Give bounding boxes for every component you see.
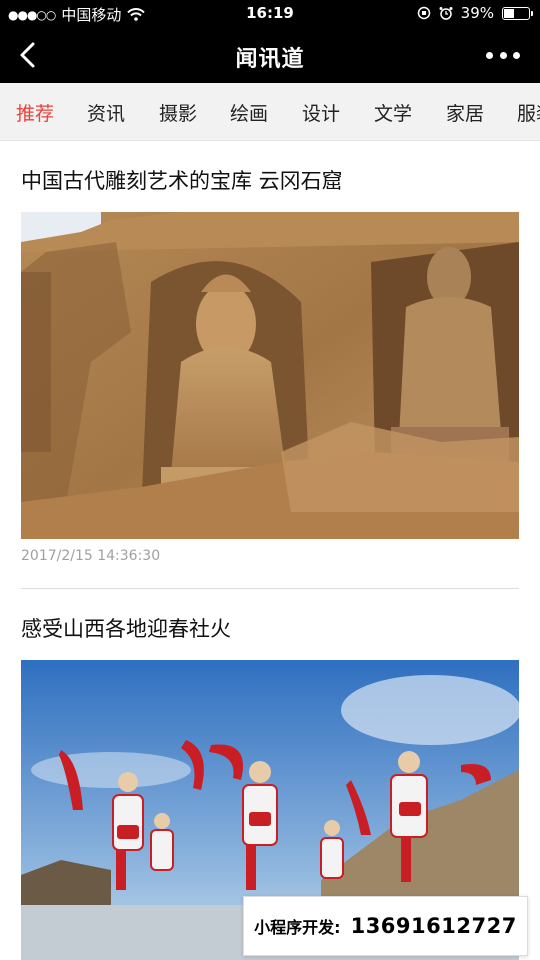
page-title: 闻讯道	[235, 47, 305, 72]
developer-contact-badge: 小程序开发: 13691612727	[243, 896, 528, 956]
article-feed: 中国古代雕刻艺术的宝库 云冈石窟 2017/2/15 14:36:30 感受山西…	[21, 141, 519, 960]
article-date: 2017/2/15 14:36:30	[21, 548, 161, 564]
battery-icon	[502, 6, 533, 20]
contact-phone: 13691612727	[350, 914, 517, 938]
article-title[interactable]: 感受山西各地迎春社火	[21, 615, 519, 643]
tab-photography[interactable]: 摄影	[159, 99, 197, 126]
article-image[interactable]	[21, 212, 519, 539]
tab-recommend[interactable]: 推荐	[16, 99, 54, 126]
battery-percent: 39%	[460, 4, 494, 22]
status-bar: ●●●○○ 中国移动 16:19 39%	[0, 0, 540, 28]
alarm-icon	[439, 7, 453, 20]
more-dots-icon[interactable]	[486, 43, 520, 67]
divider	[21, 588, 519, 589]
tab-literature[interactable]: 文学	[374, 99, 412, 126]
article-card[interactable]: 中国古代雕刻艺术的宝库 云冈石窟 2017/2/15 14:36:30	[21, 167, 519, 589]
category-tabs: 推荐 资讯 摄影 绘画 设计 文学 家居 服装	[0, 83, 540, 141]
tab-design[interactable]: 设计	[302, 99, 340, 126]
yungang-grottoes-buddha-photo	[21, 212, 519, 539]
orientation-lock-icon	[417, 6, 430, 20]
article-title[interactable]: 中国古代雕刻艺术的宝库 云冈石窟	[21, 167, 519, 195]
tab-news[interactable]: 资讯	[87, 99, 125, 126]
contact-label: 小程序开发:	[254, 918, 341, 937]
tab-clothing[interactable]: 服装	[517, 99, 540, 126]
tab-painting[interactable]: 绘画	[230, 99, 268, 126]
nav-bar: 闻讯道	[0, 28, 540, 83]
tab-home[interactable]: 家居	[446, 99, 484, 126]
